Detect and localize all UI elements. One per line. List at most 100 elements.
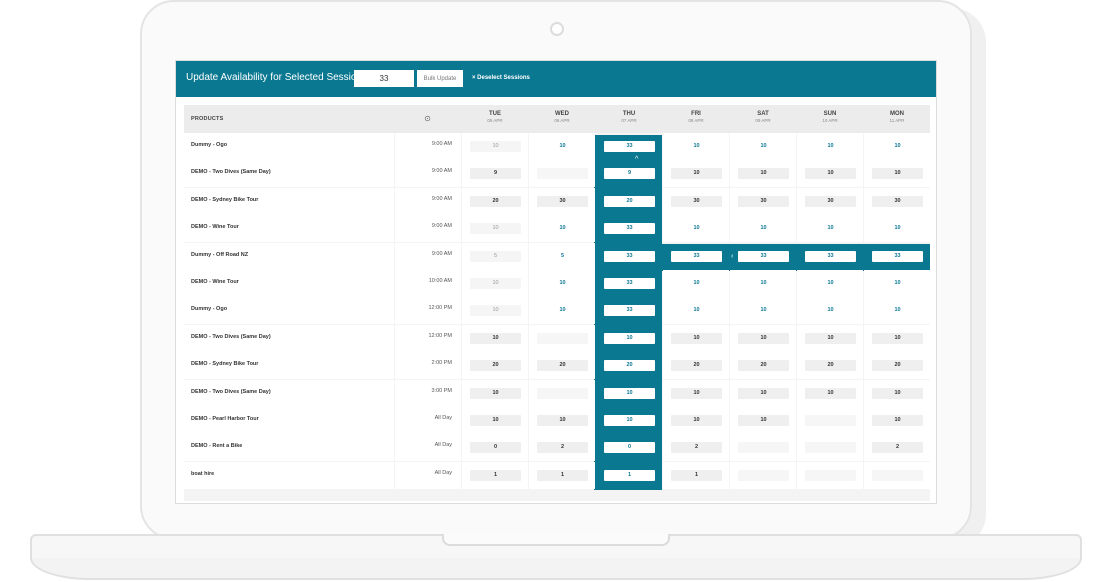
availability-value[interactable]: 2 xyxy=(671,442,722,454)
availability-value[interactable]: 10 xyxy=(872,168,923,180)
availability-value[interactable]: 33 xyxy=(604,223,655,235)
availability-value[interactable]: 9 xyxy=(470,168,521,180)
availability-value[interactable]: 10 xyxy=(671,223,722,234)
availability-value[interactable]: 10 xyxy=(537,414,588,426)
availability-cell[interactable]: 5 xyxy=(462,242,528,270)
availability-cell[interactable]: 10 xyxy=(663,379,729,407)
availability-cell[interactable]: 10 xyxy=(797,269,863,297)
availability-cell[interactable]: 10 xyxy=(864,160,930,188)
availability-value[interactable]: 10 xyxy=(738,332,789,344)
availability-value[interactable]: 1 xyxy=(537,469,588,481)
availability-cell[interactable]: 10 xyxy=(797,379,863,407)
availability-cell[interactable]: 10 xyxy=(462,269,528,297)
day-header-wed[interactable]: WED 06 APR xyxy=(529,111,595,123)
availability-value[interactable]: 10 xyxy=(470,141,521,152)
availability-cell[interactable]: 33 xyxy=(663,243,729,270)
availability-value[interactable]: 10 xyxy=(671,332,722,344)
availability-value[interactable]: 2 xyxy=(537,442,588,454)
availability-value[interactable]: 0 xyxy=(604,442,655,454)
availability-value[interactable]: 1 xyxy=(671,469,722,481)
availability-value[interactable]: 10 xyxy=(738,278,789,289)
availability-cell[interactable]: 10 xyxy=(462,406,528,434)
availability-value[interactable]: 20 xyxy=(604,360,655,372)
availability-cell[interactable]: 33 xyxy=(596,297,662,324)
availability-value[interactable]: 10 xyxy=(671,387,722,399)
availability-cell[interactable]: 1 xyxy=(663,461,729,489)
availability-value[interactable]: 10 xyxy=(537,278,588,289)
availability-value[interactable]: 10 xyxy=(872,414,923,426)
availability-value[interactable]: 10 xyxy=(671,168,722,180)
availability-value[interactable]: 10 xyxy=(604,332,655,344)
availability-value[interactable]: 10 xyxy=(805,278,856,289)
availability-value[interactable]: 20 xyxy=(738,360,789,372)
availability-value[interactable]: 10 xyxy=(805,305,856,316)
availability-cell[interactable]: 9 xyxy=(596,160,662,187)
day-header-fri[interactable]: FRI 08 APR xyxy=(663,111,729,123)
availability-value[interactable]: 20 xyxy=(470,195,521,207)
availability-value[interactable]: 10 xyxy=(805,223,856,234)
availability-cell[interactable]: 10 xyxy=(864,379,930,407)
availability-value[interactable]: 10 xyxy=(671,278,722,289)
chevron-up-icon[interactable]: ^ xyxy=(635,156,638,163)
availability-value[interactable]: 9 xyxy=(604,168,655,180)
availability-cell[interactable] xyxy=(730,434,796,462)
availability-cell[interactable]: 2 xyxy=(663,434,729,462)
availability-cell[interactable]: 10 xyxy=(596,407,662,434)
availability-value[interactable]: 10 xyxy=(604,414,655,426)
availability-cell[interactable]: 10 xyxy=(730,269,796,297)
availability-value[interactable]: 1 xyxy=(470,469,521,481)
availability-cell[interactable]: 30 xyxy=(797,187,863,215)
availability-value[interactable]: 30 xyxy=(738,195,789,207)
availability-value[interactable]: 10 xyxy=(671,141,722,152)
availability-value[interactable]: 10 xyxy=(805,141,856,152)
availability-value[interactable]: 30 xyxy=(805,195,856,207)
day-header-thu[interactable]: THU 07 APR xyxy=(596,111,662,123)
availability-cell[interactable]: 1 xyxy=(596,462,662,489)
availability-cell[interactable]: 5 xyxy=(529,242,595,270)
availability-value[interactable]: 10 xyxy=(537,141,588,152)
availability-cell[interactable] xyxy=(529,160,595,188)
availability-value[interactable]: 30 xyxy=(872,195,923,207)
availability-value[interactable]: 33 xyxy=(738,250,789,262)
availability-cell[interactable]: 33 xyxy=(797,243,863,270)
availability-cell[interactable]: 33 xyxy=(864,243,930,270)
availability-cell[interactable] xyxy=(529,379,595,407)
availability-cell[interactable]: 10 xyxy=(797,160,863,188)
availability-cell[interactable]: 10 xyxy=(797,297,863,325)
availability-value[interactable]: 20 xyxy=(604,195,655,207)
availability-value[interactable]: 10 xyxy=(738,168,789,180)
availability-cell[interactable]: 10 xyxy=(864,324,930,352)
availability-value[interactable]: 5 xyxy=(537,251,588,262)
availability-value[interactable]: 33 xyxy=(604,305,655,317)
availability-value[interactable]: 10 xyxy=(738,305,789,316)
availability-value[interactable]: 30 xyxy=(537,195,588,207)
availability-cell[interactable]: 20 xyxy=(730,352,796,380)
day-header-mon[interactable]: MON 11 APR xyxy=(864,111,930,123)
availability-cell[interactable]: 10 xyxy=(864,297,930,325)
availability-value[interactable]: 10 xyxy=(738,223,789,234)
availability-cell[interactable]: 1 xyxy=(462,461,528,489)
availability-cell[interactable]: 10 xyxy=(730,406,796,434)
availability-cell[interactable]: 0 xyxy=(462,434,528,462)
availability-value[interactable]: 10 xyxy=(872,223,923,234)
availability-cell[interactable]: 30 xyxy=(730,187,796,215)
availability-cell[interactable]: 10 xyxy=(730,215,796,243)
day-header-tue[interactable]: TUE 05 APR xyxy=(462,111,528,123)
availability-cell[interactable]: 10 xyxy=(462,379,528,407)
availability-cell[interactable]: 20 xyxy=(596,188,662,215)
availability-cell[interactable]: 10 xyxy=(663,133,729,160)
availability-value[interactable]: 2 xyxy=(872,442,923,454)
availability-value[interactable]: 10 xyxy=(604,387,655,399)
availability-cell[interactable]: 33 xyxy=(596,243,662,270)
availability-value[interactable]: 33 xyxy=(604,277,655,289)
availability-cell[interactable]: 0 xyxy=(596,434,662,461)
availability-cell[interactable]: 10 xyxy=(529,269,595,297)
availability-cell[interactable]: 10 xyxy=(663,406,729,434)
availability-value[interactable]: 10 xyxy=(872,141,923,152)
availability-cell[interactable]: 10 xyxy=(663,269,729,297)
availability-cell[interactable]: 20 xyxy=(529,352,595,380)
availability-value[interactable]: 10 xyxy=(537,305,588,316)
availability-value[interactable]: 10 xyxy=(805,387,856,399)
availability-value[interactable]: 10 xyxy=(470,414,521,426)
availability-value[interactable]: 10 xyxy=(805,332,856,344)
